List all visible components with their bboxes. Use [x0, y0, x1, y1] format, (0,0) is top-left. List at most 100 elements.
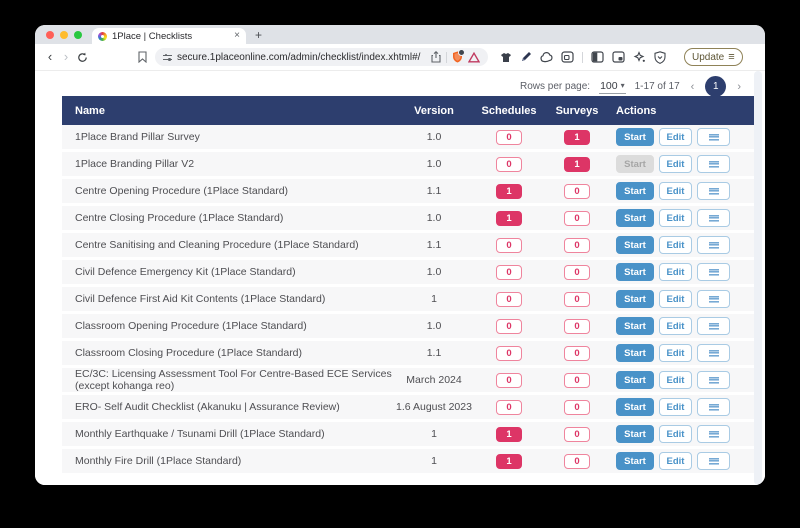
back-button[interactable]: ‹	[42, 49, 58, 65]
previous-page-button[interactable]: ‹	[689, 81, 697, 93]
edit-button[interactable]: Edit	[659, 398, 692, 416]
start-button[interactable]: Start	[616, 425, 654, 443]
current-page-button[interactable]: 1	[705, 76, 726, 97]
schedules-count-badge[interactable]: 1	[496, 427, 522, 442]
rows-per-page-select[interactable]: 100 ▾	[599, 80, 626, 94]
edit-button[interactable]: Edit	[659, 344, 692, 362]
scrollbar[interactable]	[754, 71, 762, 485]
surveys-count-badge[interactable]: 0	[564, 400, 590, 415]
sidebar-toggle-icon[interactable]	[591, 51, 604, 63]
row-menu-button[interactable]	[697, 155, 730, 173]
privacy-shield-icon[interactable]	[654, 51, 666, 64]
edit-button[interactable]: Edit	[659, 209, 692, 227]
sparkle-icon[interactable]	[633, 51, 646, 63]
edit-button[interactable]: Edit	[659, 155, 692, 173]
row-menu-button[interactable]	[697, 317, 730, 335]
surveys-count-badge[interactable]: 1	[564, 157, 590, 172]
surveys-count-badge[interactable]: 0	[564, 211, 590, 226]
schedules-count-badge[interactable]: 1	[496, 184, 522, 199]
schedules-count-badge[interactable]: 0	[496, 292, 522, 307]
triangle-extension-icon[interactable]	[468, 52, 480, 63]
minimize-window-button[interactable]	[60, 31, 68, 39]
table-row: Centre Sanitising and Cleaning Procedure…	[62, 233, 757, 260]
start-button[interactable]: Start	[616, 344, 654, 362]
schedules-count-badge[interactable]: 0	[496, 238, 522, 253]
next-page-button[interactable]: ›	[735, 81, 743, 93]
row-menu-button[interactable]	[697, 425, 730, 443]
surveys-count-badge[interactable]: 0	[564, 454, 590, 469]
start-button[interactable]: Start	[616, 128, 654, 146]
row-menu-button[interactable]	[697, 128, 730, 146]
edit-button[interactable]: Edit	[659, 182, 692, 200]
tab-group-icon[interactable]	[612, 51, 625, 63]
row-menu-button[interactable]	[697, 452, 730, 470]
surveys-count-badge[interactable]: 0	[564, 427, 590, 442]
surveys-count-badge[interactable]: 0	[564, 346, 590, 361]
schedules-count-badge[interactable]: 1	[496, 454, 522, 469]
row-menu-button[interactable]	[697, 236, 730, 254]
column-header-surveys[interactable]: Surveys	[544, 105, 610, 117]
url-text[interactable]: secure.1placeonline.com/admin/checklist/…	[177, 52, 426, 63]
schedules-count-badge[interactable]: 0	[496, 319, 522, 334]
surveys-count-badge[interactable]: 0	[564, 238, 590, 253]
column-header-actions: Actions	[610, 105, 757, 117]
start-button[interactable]: Start	[616, 209, 654, 227]
schedules-count-badge[interactable]: 0	[496, 346, 522, 361]
bookmark-icon[interactable]	[138, 51, 147, 63]
surveys-count-badge[interactable]: 0	[564, 265, 590, 280]
edit-button[interactable]: Edit	[659, 425, 692, 443]
share-icon[interactable]	[431, 51, 441, 63]
start-button[interactable]: Start	[616, 236, 654, 254]
row-menu-button[interactable]	[697, 182, 730, 200]
capture-extension-icon[interactable]	[561, 51, 574, 63]
schedules-count-badge[interactable]: 0	[496, 400, 522, 415]
surveys-count-badge[interactable]: 0	[564, 319, 590, 334]
edit-button[interactable]: Edit	[659, 371, 692, 389]
row-menu-button[interactable]	[697, 263, 730, 281]
update-browser-button[interactable]: Update ≡	[684, 48, 743, 66]
row-menu-button[interactable]	[697, 209, 730, 227]
menu-list-icon	[709, 458, 719, 465]
schedules-count-badge[interactable]: 1	[496, 211, 522, 226]
column-header-name[interactable]: Name	[62, 105, 394, 117]
edit-button[interactable]: Edit	[659, 290, 692, 308]
edit-button[interactable]: Edit	[659, 263, 692, 281]
column-header-version[interactable]: Version	[394, 105, 474, 117]
surveys-count-badge[interactable]: 0	[564, 184, 590, 199]
schedules-count-badge[interactable]: 0	[496, 373, 522, 388]
schedules-count-badge[interactable]: 0	[496, 157, 522, 172]
edit-button[interactable]: Edit	[659, 128, 692, 146]
schedules-count-badge[interactable]: 0	[496, 265, 522, 280]
schedules-count-badge[interactable]: 0	[496, 130, 522, 145]
browser-tab[interactable]: 1Place | Checklists ×	[92, 28, 246, 44]
tshirt-extension-icon[interactable]	[500, 52, 512, 63]
surveys-count-badge[interactable]: 1	[564, 130, 590, 145]
tune-icon[interactable]	[163, 54, 172, 61]
tab-close-icon[interactable]: ×	[234, 31, 240, 41]
shield-extension-icon[interactable]	[452, 51, 463, 63]
start-button[interactable]: Start	[616, 452, 654, 470]
edit-button[interactable]: Edit	[659, 317, 692, 335]
zoom-window-button[interactable]	[74, 31, 82, 39]
new-tab-button[interactable]: +	[255, 28, 262, 42]
reload-icon[interactable]	[74, 52, 90, 63]
surveys-count-badge[interactable]: 0	[564, 292, 590, 307]
row-menu-button[interactable]	[697, 344, 730, 362]
pen-extension-icon[interactable]	[520, 51, 532, 63]
close-window-button[interactable]	[46, 31, 54, 39]
cloud-extension-icon[interactable]	[540, 51, 553, 63]
start-button[interactable]: Start	[616, 290, 654, 308]
row-menu-button[interactable]	[697, 371, 730, 389]
start-button[interactable]: Start	[616, 371, 654, 389]
surveys-count-badge[interactable]: 0	[564, 373, 590, 388]
start-button[interactable]: Start	[616, 317, 654, 335]
edit-button[interactable]: Edit	[659, 452, 692, 470]
row-menu-button[interactable]	[697, 398, 730, 416]
address-bar[interactable]: secure.1placeonline.com/admin/checklist/…	[155, 48, 488, 66]
start-button[interactable]: Start	[616, 182, 654, 200]
start-button[interactable]: Start	[616, 398, 654, 416]
edit-button[interactable]: Edit	[659, 236, 692, 254]
row-menu-button[interactable]	[697, 290, 730, 308]
start-button[interactable]: Start	[616, 263, 654, 281]
column-header-schedules[interactable]: Schedules	[474, 105, 544, 117]
